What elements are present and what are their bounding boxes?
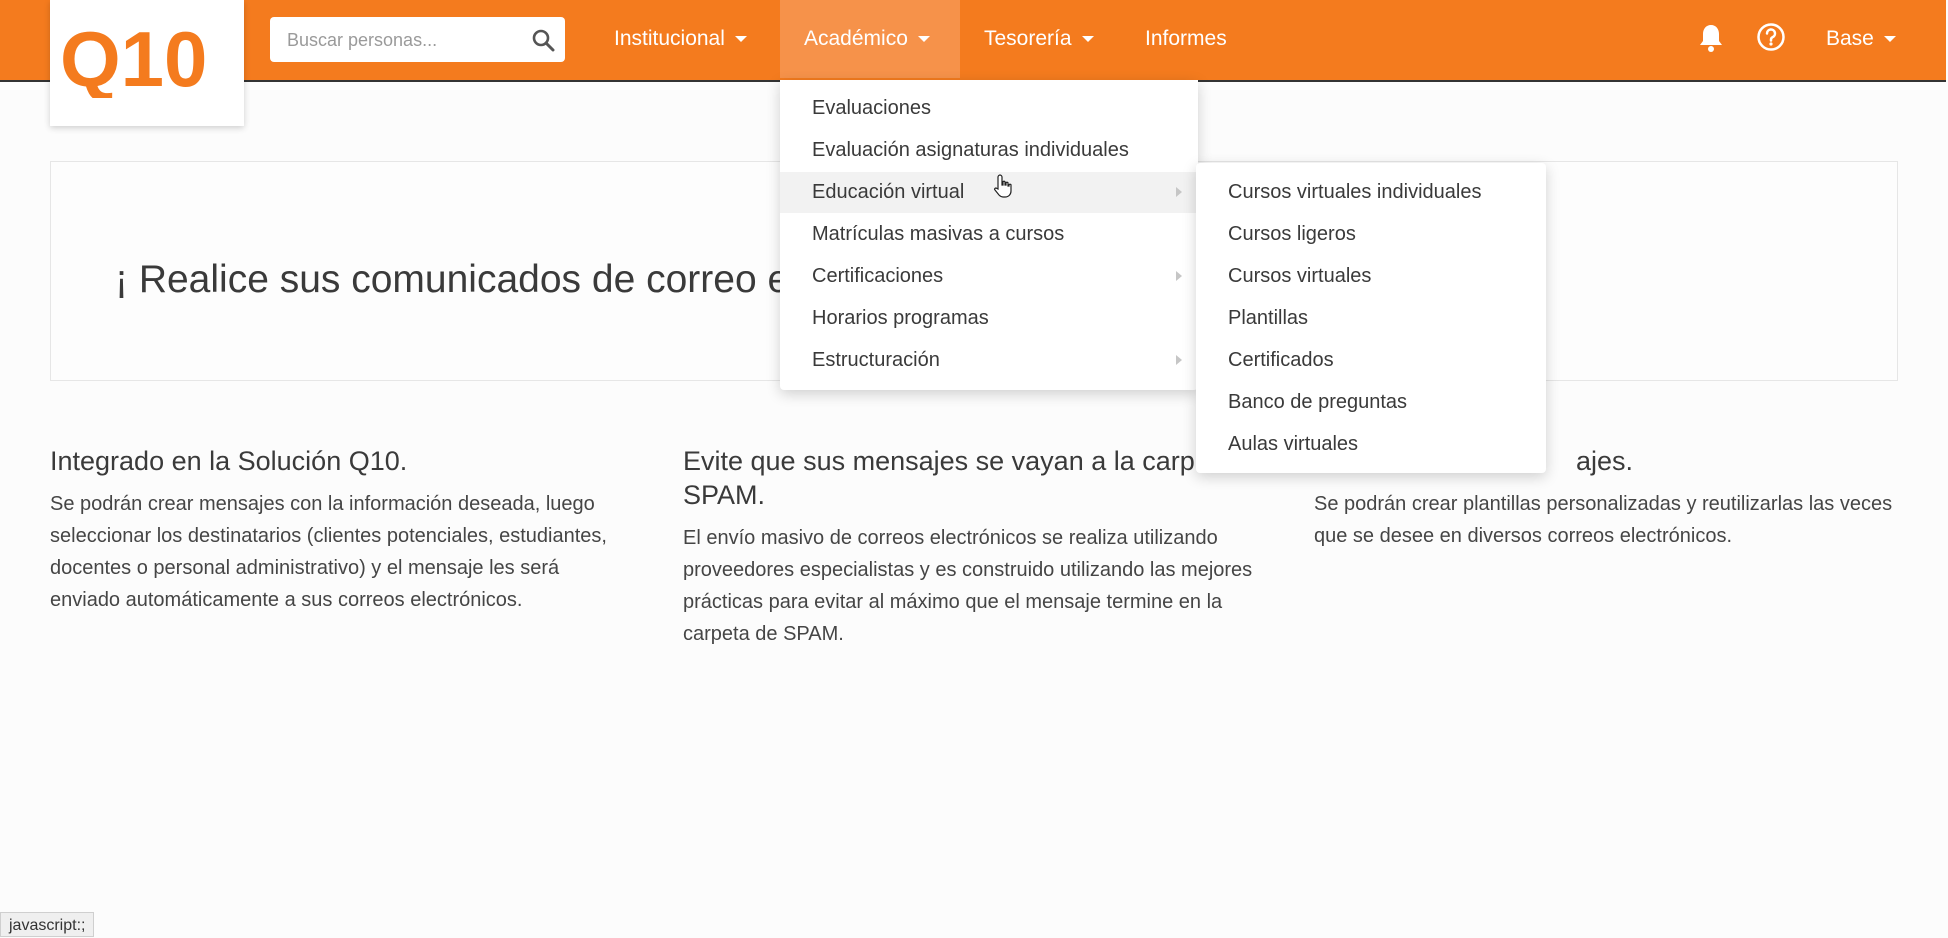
submenu-item-banco-preguntas[interactable]: Banco de preguntas xyxy=(1196,382,1546,423)
menu-item-estructuracion[interactable]: Estructuración xyxy=(780,340,1198,381)
nav-academico-label: Académico xyxy=(804,27,908,50)
feature-text: Se podrán crear mensajes con la informac… xyxy=(50,493,607,611)
submenu-item-label: Plantillas xyxy=(1228,307,1309,329)
top-navbar: Institucional Académico Tesorería Inform… xyxy=(0,0,1946,82)
logo-text: Q10 xyxy=(60,18,207,98)
banner-title: ¡ Realice sus comunicados de correo ele xyxy=(115,258,820,301)
menu-item-label: Estructuración xyxy=(812,349,940,371)
submenu-item-label: Certificados xyxy=(1228,349,1334,371)
menu-item-label: Matrículas masivas a cursos xyxy=(812,223,1065,245)
submenu-item-certificados[interactable]: Certificados xyxy=(1196,340,1546,381)
nav-tesoreria-label: Tesorería xyxy=(984,27,1072,50)
chevron-right-icon xyxy=(1176,355,1182,365)
chevron-right-icon xyxy=(1176,271,1182,281)
submenu-item-label: Cursos virtuales xyxy=(1228,265,1372,287)
submenu-item-plantillas[interactable]: Plantillas xyxy=(1196,298,1546,339)
chevron-down-icon xyxy=(734,36,747,43)
submenu-item-aulas-virtuales[interactable]: Aulas virtuales xyxy=(1196,424,1546,465)
menu-item-matriculas-masivas[interactable]: Matrículas masivas a cursos xyxy=(780,214,1198,255)
feature-column-1: Integrado en la Solución Q10. Se podrán … xyxy=(50,444,630,616)
menu-item-label: Evaluaciones xyxy=(812,97,931,119)
submenu-item-label: Cursos ligeros xyxy=(1228,223,1356,245)
submenu-item-cursos-ligeros[interactable]: Cursos ligeros xyxy=(1196,214,1546,255)
menu-item-evaluaciones[interactable]: Evaluaciones xyxy=(780,88,1198,129)
submenu-item-cursos-virtuales-individuales[interactable]: Cursos virtuales individuales xyxy=(1196,172,1546,213)
menu-item-label: Horarios programas xyxy=(812,307,989,329)
feature-title: Evite que sus mensajes se vayan a la car… xyxy=(683,446,1233,510)
chevron-right-icon xyxy=(1176,187,1182,197)
menu-item-educacion-virtual[interactable]: Educación virtual xyxy=(780,172,1198,213)
submenu-item-label: Cursos virtuales individuales xyxy=(1228,181,1482,203)
bell-icon[interactable] xyxy=(1697,22,1725,59)
menu-item-certificaciones[interactable]: Certificaciones xyxy=(780,256,1198,297)
educacion-virtual-submenu: Cursos virtuales individuales Cursos lig… xyxy=(1196,163,1546,473)
menu-item-label: Educación virtual xyxy=(812,181,965,203)
submenu-item-label: Banco de preguntas xyxy=(1228,391,1408,413)
search-input[interactable] xyxy=(285,17,519,64)
nav-institucional-label: Institucional xyxy=(614,27,725,50)
feature-column-2: Evite que sus mensajes se vayan a la car… xyxy=(683,444,1263,650)
submenu-item-label: Aulas virtuales xyxy=(1228,433,1359,455)
nav-institucional[interactable]: Institucional xyxy=(590,0,771,78)
nav-informes[interactable]: Informes xyxy=(1121,0,1251,78)
chevron-down-icon xyxy=(917,36,930,43)
chevron-down-icon xyxy=(1081,36,1094,43)
menu-item-label: Certificaciones xyxy=(812,265,944,287)
feature-text: Se podrán crear plantillas personalizada… xyxy=(1314,493,1893,547)
search-icon[interactable] xyxy=(531,28,555,57)
feature-text: El envío masivo de correos electrónicos … xyxy=(683,527,1253,645)
user-menu-label: Base xyxy=(1826,27,1874,50)
academico-dropdown-menu: Evaluaciones Evaluación asignaturas indi… xyxy=(780,80,1198,390)
submenu-item-cursos-virtuales[interactable]: Cursos virtuales xyxy=(1196,256,1546,297)
q10-logo-icon: Q10 xyxy=(60,18,207,98)
menu-item-evaluacion-asignaturas[interactable]: Evaluación asignaturas individuales xyxy=(780,130,1198,171)
user-menu-base[interactable]: Base xyxy=(1806,0,1916,78)
status-bar: javascript:; xyxy=(0,912,95,937)
feature-title: Integrado en la Solución Q10. xyxy=(50,446,408,476)
logo[interactable]: Q10 xyxy=(50,0,244,126)
chevron-down-icon xyxy=(1883,36,1896,43)
nav-informes-label: Informes xyxy=(1145,27,1227,50)
menu-item-label: Evaluación asignaturas individuales xyxy=(812,139,1129,161)
search-box xyxy=(270,17,565,64)
hand-cursor-icon xyxy=(993,173,1015,204)
nav-academico[interactable]: Académico xyxy=(780,0,960,78)
help-icon[interactable] xyxy=(1756,22,1786,57)
menu-item-horarios-programas[interactable]: Horarios programas xyxy=(780,298,1198,339)
nav-tesoreria[interactable]: Tesorería xyxy=(960,0,1118,78)
